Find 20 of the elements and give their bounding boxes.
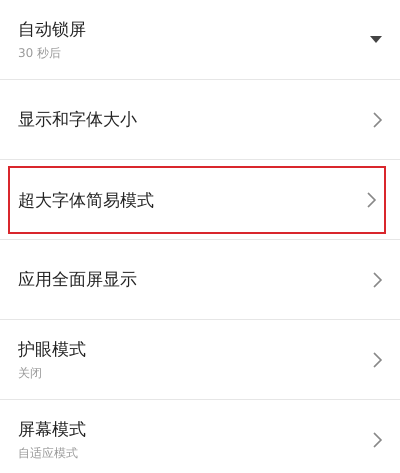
setting-title: 自动锁屏 — [18, 18, 87, 40]
setting-title: 护眼模式 — [18, 338, 87, 360]
setting-title: 显示和字体大小 — [18, 109, 138, 131]
setting-row[interactable]: 护眼模式 关闭 — [0, 320, 400, 399]
setting-title: 超大字体简易模式 — [18, 190, 155, 212]
setting-value: 关闭 — [18, 364, 43, 382]
chevron-icon — [373, 272, 382, 288]
chevron-icon — [373, 112, 382, 128]
setting-value: 自适应模式 — [18, 444, 79, 462]
setting-row[interactable]: 自动锁屏 30 秒后 — [0, 0, 400, 79]
dropdown-icon[interactable] — [370, 36, 382, 43]
chevron-icon — [373, 352, 382, 368]
setting-value: 30 秒后 — [18, 44, 62, 62]
setting-row[interactable]: 显示和字体大小 — [0, 80, 400, 159]
setting-row[interactable]: 应用全面屏显示 — [0, 240, 400, 319]
chevron-icon — [367, 192, 376, 208]
setting-title: 屏幕模式 — [18, 418, 87, 440]
setting-title: 应用全面屏显示 — [18, 269, 138, 291]
chevron-icon — [373, 432, 382, 448]
setting-row[interactable]: 屏幕模式 自适应模式 — [0, 400, 400, 473]
